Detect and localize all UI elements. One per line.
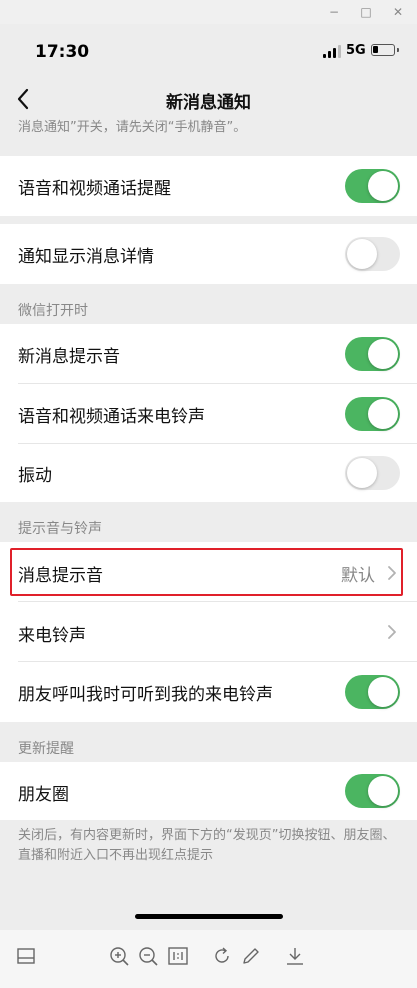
row-label: 语音和视频通话提醒 xyxy=(18,179,171,199)
maximize-button[interactable]: □ xyxy=(355,3,377,21)
battery-icon xyxy=(371,44,399,56)
row-incoming-ringtone[interactable]: 来电铃声 xyxy=(0,602,417,662)
viewer-toolbar xyxy=(0,930,417,988)
minimize-button[interactable]: − xyxy=(323,3,345,21)
voice-video-reminder-toggle[interactable] xyxy=(345,169,400,203)
zoom-in-icon[interactable] xyxy=(108,945,130,967)
rotate-icon[interactable] xyxy=(211,945,233,967)
voice-video-ringtone-toggle[interactable] xyxy=(345,397,400,431)
truncated-note: 消息通知”开关，请先关闭“手机静音”。 xyxy=(18,120,247,135)
section-header-update-reminder: 更新提醒 xyxy=(18,741,74,757)
row-label: 新消息提示音 xyxy=(18,347,120,367)
friend-call-ringtone-toggle[interactable] xyxy=(345,675,400,709)
row-friend-call-ringtone[interactable]: 朋友呼叫我时可听到我的来电铃声 xyxy=(0,662,417,722)
section-header-sound-ringtone: 提示音与铃声 xyxy=(18,521,102,537)
download-icon[interactable] xyxy=(284,945,306,967)
phone-status-bar: 17:30 5G xyxy=(0,24,417,72)
close-button[interactable]: ✕ xyxy=(387,3,409,21)
row-message-sound[interactable]: 消息提示音 默认 xyxy=(0,542,417,602)
chevron-right-icon xyxy=(388,625,396,639)
row-label: 语音和视频通话来电铃声 xyxy=(18,407,205,427)
row-show-details[interactable]: 通知显示消息详情 xyxy=(0,224,417,284)
show-details-toggle[interactable] xyxy=(345,237,400,271)
zoom-out-icon[interactable] xyxy=(137,945,159,967)
home-indicator xyxy=(135,914,283,919)
row-voice-video-reminder[interactable]: 语音和视频通话提醒 xyxy=(0,156,417,216)
section-header-wechat-open: 微信打开时 xyxy=(18,303,88,319)
row-vibrate[interactable]: 振动 xyxy=(0,444,417,502)
status-time: 17:30 xyxy=(35,42,90,62)
row-new-message-sound[interactable]: 新消息提示音 xyxy=(0,324,417,384)
row-label: 来电铃声 xyxy=(18,626,86,646)
row-label: 朋友呼叫我时可听到我的来电铃声 xyxy=(18,685,273,705)
window-titlebar: − □ ✕ xyxy=(0,0,417,24)
edit-icon[interactable] xyxy=(240,945,262,967)
row-label: 朋友圈 xyxy=(18,785,69,805)
row-label: 消息提示音 xyxy=(18,566,103,586)
actual-size-icon[interactable] xyxy=(167,945,189,967)
vibrate-toggle[interactable] xyxy=(345,456,400,490)
panel-icon[interactable] xyxy=(15,945,37,967)
row-label: 通知显示消息详情 xyxy=(18,247,154,267)
moments-toggle[interactable] xyxy=(345,774,400,808)
signal-icon xyxy=(323,45,343,58)
row-voice-video-ringtone[interactable]: 语音和视频通话来电铃声 xyxy=(0,384,417,444)
page-title: 新消息通知 xyxy=(166,93,251,113)
network-type: 5G xyxy=(346,43,366,58)
row-moments[interactable]: 朋友圈 xyxy=(0,762,417,820)
new-message-sound-toggle[interactable] xyxy=(345,337,400,371)
chevron-right-icon xyxy=(388,566,396,580)
moments-footnote: 关闭后，有内容更新时，界面下方的“发现页”切换按钮、朋友圈、直播和附近入口不再出… xyxy=(18,828,396,863)
row-label: 振动 xyxy=(18,466,52,486)
message-sound-value: 默认 xyxy=(341,566,375,586)
